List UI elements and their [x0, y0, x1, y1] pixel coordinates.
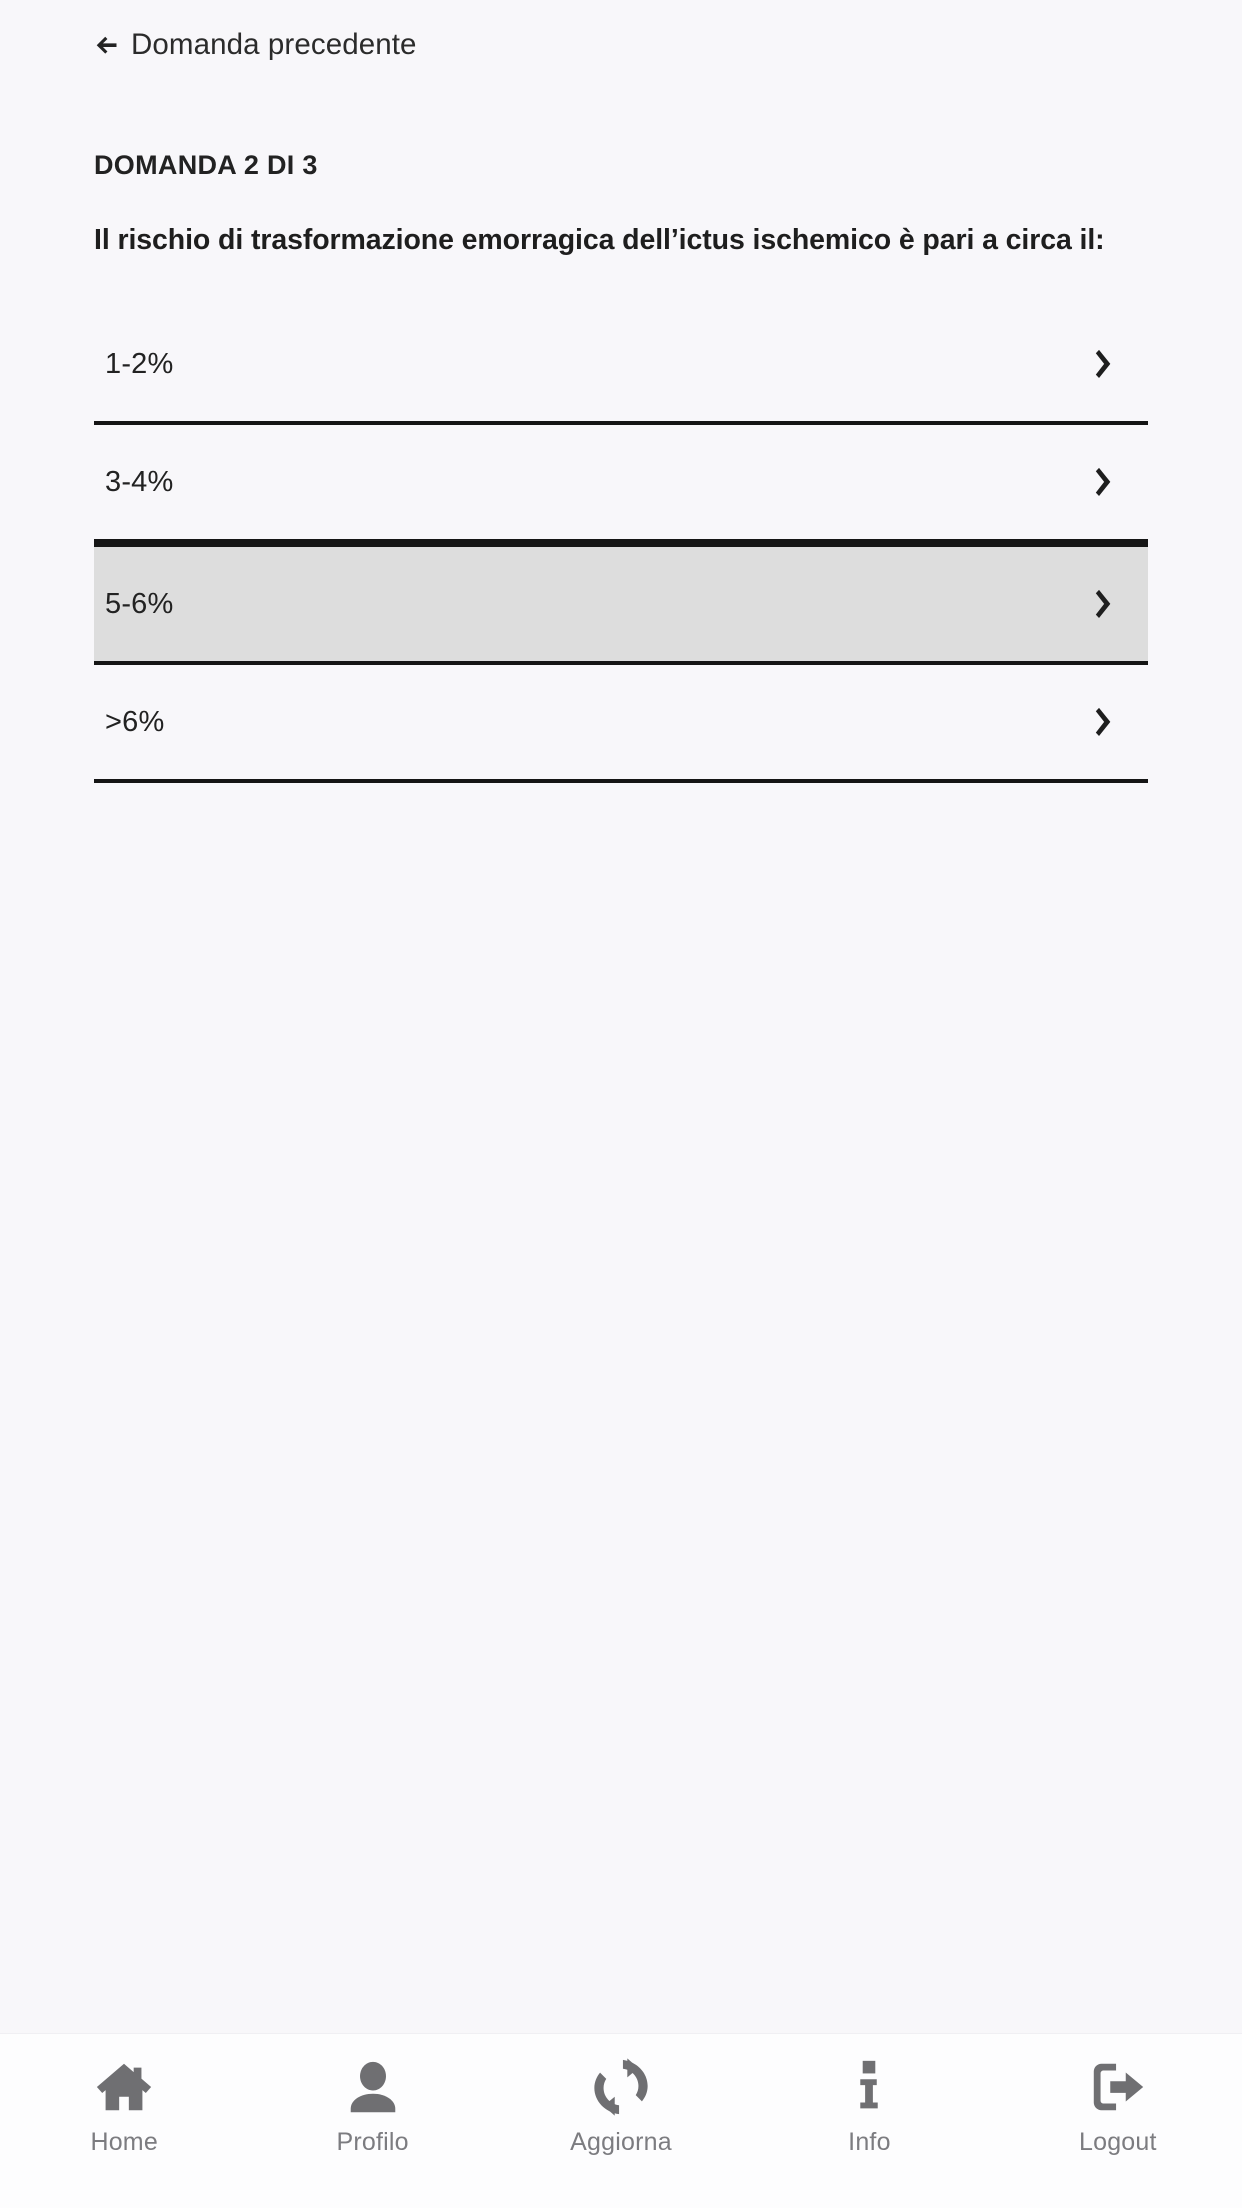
chevron-right-icon [1095, 349, 1111, 378]
answer-option-label: 5-6% [105, 587, 174, 620]
nav-item-label: Home [90, 2128, 158, 2156]
nav-item-home[interactable]: Home [0, 2034, 248, 2208]
nav-item-aggiorna[interactable]: Aggiorna [497, 2034, 745, 2208]
question-counter: DOMANDA 2 DI 3 [94, 150, 318, 180]
user-icon [350, 2061, 395, 2113]
home-icon [97, 2063, 152, 2111]
nav-item-label: Info [848, 2128, 891, 2156]
nav-item-info[interactable]: Info [745, 2034, 993, 2208]
answer-option-row[interactable]: >6% [94, 665, 1148, 783]
chevron-right-icon [1095, 589, 1111, 618]
nav-item-label: Aggiorna [570, 2128, 672, 2156]
answer-option-label: 3-4% [105, 465, 174, 498]
bottom-navigation-bar: Home Profilo Aggiorna Info Logout [0, 2033, 1242, 2208]
arrow-left-icon [96, 37, 117, 54]
nav-item-profilo[interactable]: Profilo [248, 2034, 496, 2208]
refresh-icon [594, 2058, 648, 2116]
answer-option-row[interactable]: 5-6% [94, 543, 1148, 665]
answer-option-label: 1-2% [105, 347, 174, 380]
back-to-previous-question-link[interactable]: Domanda precedente [94, 30, 417, 60]
question-text: Il rischio di trasformazione emorragica … [94, 224, 1105, 256]
info-icon [860, 2060, 879, 2109]
nav-item-logout[interactable]: Logout [994, 2034, 1242, 2208]
answer-option-row[interactable]: 3-4% [94, 425, 1148, 543]
chevron-right-icon [1095, 707, 1111, 736]
logout-icon [1093, 2063, 1144, 2111]
chevron-right-icon [1095, 467, 1111, 496]
nav-item-label: Logout [1078, 2128, 1157, 2156]
answer-option-row[interactable]: 1-2% [94, 307, 1148, 425]
answer-options-list: 1-2% 3-4% 5-6% >6% [94, 307, 1148, 783]
back-link-label: Domanda precedente [131, 28, 417, 61]
answer-option-label: >6% [105, 705, 165, 738]
nav-item-label: Profilo [336, 2128, 409, 2156]
